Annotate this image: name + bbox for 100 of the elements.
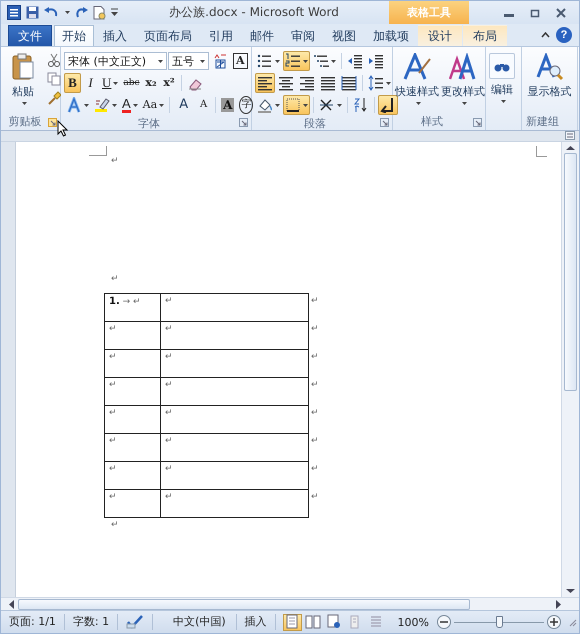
strikethrough-button[interactable]: abc [121,73,142,93]
caret-icon [84,104,89,106]
align-left-button[interactable] [255,73,275,93]
save-icon[interactable] [26,6,39,19]
reveal-formatting-button[interactable]: 显示格式 [526,50,572,114]
ruler-toggle-icon[interactable] [565,131,575,140]
scroll-down-icon[interactable] [566,588,575,594]
scissors-icon[interactable] [47,53,61,67]
table-cell: ↵ [104,378,160,406]
scroll-right-icon[interactable] [555,600,561,608]
customize-toolbar-icon[interactable] [111,8,118,17]
table-cell: ↵ [104,406,160,434]
distribute-button[interactable] [339,73,359,93]
highlighter-icon [94,97,110,113]
ribbon-tab[interactable]: 审阅 [283,25,323,46]
collapse-ribbon-icon[interactable] [541,32,550,38]
underline-button[interactable]: U [100,73,120,93]
ribbon-tab[interactable]: 设计 [418,25,462,46]
line-spacing-button[interactable] [366,73,393,93]
caret-icon [158,60,163,62]
zoom-out-button[interactable] [437,615,451,629]
table-cell: ↵ [160,350,308,378]
font-name-field[interactable]: 宋体 (中文正文) [64,52,167,70]
group-label: 样式 [420,114,444,130]
line-spacing-icon [368,75,384,91]
ribbon-tab[interactable]: 文件 [8,25,52,46]
ribbon-tab[interactable]: 邮件 [242,25,282,46]
scrollbar-thumb[interactable] [564,153,577,391]
scrollbar-thumb[interactable] [18,598,470,610]
copy-icon[interactable] [47,72,61,86]
row-end-mark: ↵ [308,350,322,378]
help-button[interactable]: ? [556,27,572,43]
resize-grip-icon[interactable] [567,617,577,627]
zoom-level[interactable]: 100% [386,616,437,628]
print-layout-button[interactable] [282,614,302,630]
dialog-launcher-icon[interactable] [239,118,248,127]
redo-icon[interactable] [75,6,88,18]
zoom-in-button[interactable] [547,615,561,629]
scroll-left-icon[interactable] [9,600,15,608]
quick-styles-button[interactable]: 快速样式 [394,50,440,114]
ribbon-tab[interactable]: 页面布局 [136,25,200,46]
grow-font-button[interactable]: A [173,95,194,115]
margin-corner-mark [89,146,107,156]
table-cell: ↵ [160,378,308,406]
caret-icon [65,11,70,14]
borders-button[interactable] [283,95,310,115]
dialog-launcher-icon[interactable] [48,118,57,127]
caret-icon [303,60,308,62]
page-count[interactable]: 页面: 1/1 [1,614,65,630]
subscript-button[interactable]: x₂ [142,73,160,93]
ribbon-tab[interactable]: 布局 [463,25,507,46]
full-screen-reading-button[interactable] [304,614,323,630]
table-cell: ↵ [104,434,160,462]
justify-icon [320,75,336,91]
caret-icon [200,60,205,62]
zoom-slider-thumb[interactable] [496,616,503,628]
table-cell: ↵ [104,462,160,490]
word-count[interactable]: 字数: 1 [64,614,118,630]
ribbon-tab[interactable]: 视图 [324,25,364,46]
word-logo-icon[interactable] [7,5,21,20]
font-size-field[interactable]: 五号 [168,52,209,70]
table-cell: ↵ [160,294,308,322]
ribbon-tab[interactable]: 插入 [95,25,135,46]
insert-mode-indicator[interactable]: 插入 [236,614,276,630]
font-color-button[interactable]: A [120,95,140,115]
dialog-launcher-icon[interactable] [380,118,389,127]
caret-icon [386,82,391,84]
row-end-mark: ↵ [308,434,322,462]
row-end-mark: ↵ [308,462,322,490]
caret-icon [462,102,466,105]
italic-button[interactable]: I [82,73,99,93]
numbering-button[interactable] [283,51,310,71]
show-marks-button[interactable] [378,95,398,115]
caret-icon [159,104,164,106]
table-cell: ↵ [160,406,308,434]
sort-icon [353,97,369,113]
paste-button[interactable]: 粘贴 [7,50,39,114]
shrink-font-button[interactable]: A [195,95,212,115]
change-styles-button[interactable]: 更改样式 [440,50,486,114]
undo-icon[interactable] [44,6,58,18]
language-indicator[interactable]: 中文(中国) [153,614,237,630]
paintbrush-icon[interactable] [47,91,61,105]
print-preview-icon[interactable] [93,6,106,20]
margin-corner-mark [536,146,547,157]
table-cell: 1. → ↵ [104,294,160,322]
character-border-button[interactable]: A [231,51,250,71]
paragraph-mark: ↵ [111,273,119,286]
spell-check-icon[interactable] [126,614,144,629]
border-icon [285,97,301,113]
change-case-button[interactable]: Aa [140,95,166,115]
ribbon-tab[interactable]: 引用 [201,25,241,46]
ribbon-tab[interactable]: 开始 [54,25,94,46]
dialog-launcher-icon[interactable] [473,118,482,127]
enclose-character-button[interactable]: 字 [237,95,256,115]
editing-button[interactable]: 编辑 [487,50,517,114]
character-shading-button[interactable]: A [219,95,236,115]
bold-button[interactable]: B [64,73,81,93]
scroll-up-icon[interactable] [566,145,575,151]
ribbon-tab[interactable]: 加载项 [365,25,417,46]
superscript-button[interactable]: x² [160,73,178,93]
